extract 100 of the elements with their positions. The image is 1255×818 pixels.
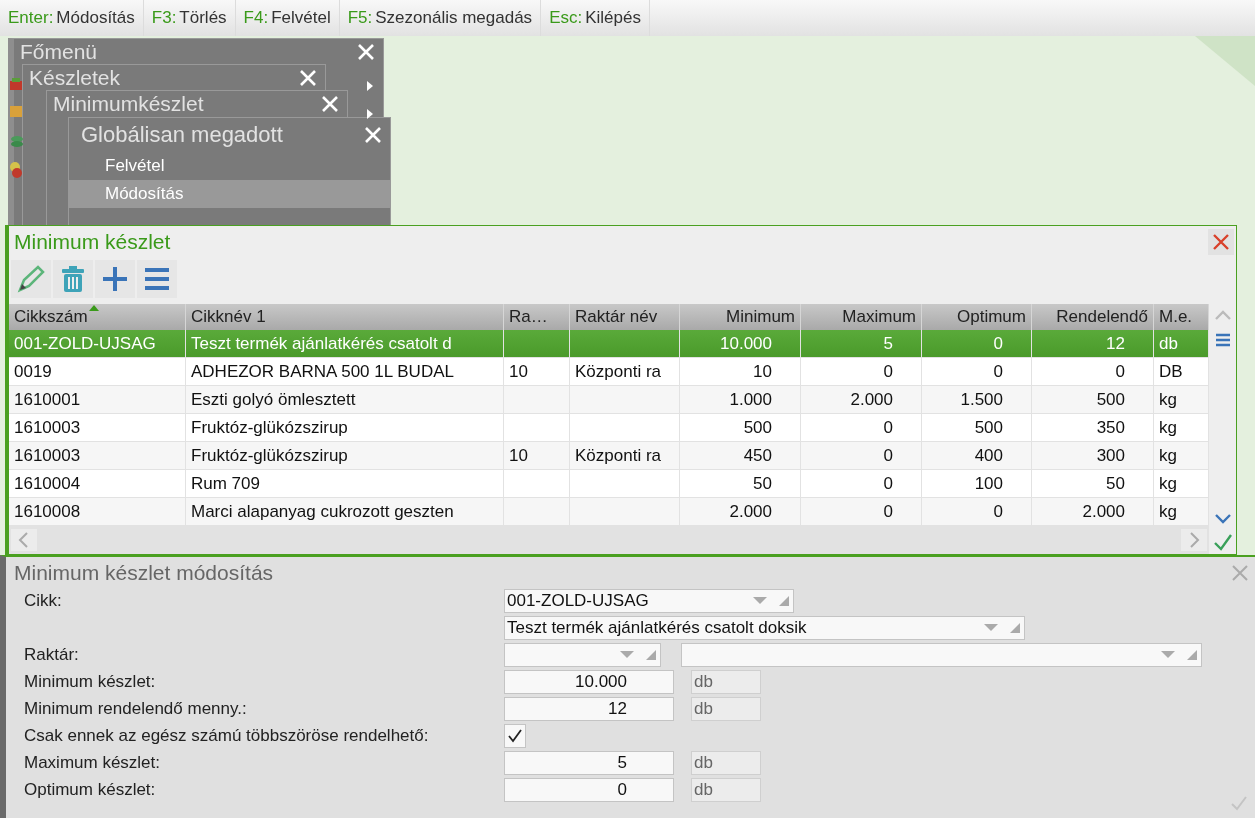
dropdown-field[interactable]: 001-ZOLD-UJSAG: [504, 589, 794, 613]
table-cell: 500: [743, 417, 772, 438]
plus-icon: [100, 264, 130, 294]
table-row[interactable]: 1610001 Eszti golyó ömlesztett 1.000 2.000 1.500 500 kg: [9, 386, 1209, 414]
resize-grip-icon: [646, 650, 656, 660]
table-cell: 500: [974, 417, 1003, 438]
table-cell: 1.000: [729, 389, 772, 410]
menu-button[interactable]: [137, 260, 177, 298]
resize-grip-icon: [779, 596, 789, 606]
table-cell: 50: [753, 473, 772, 494]
unit-field: db: [691, 778, 761, 802]
table-cell: 300: [1096, 445, 1125, 466]
table-cell: 450: [743, 445, 772, 466]
table-cell: 001-ZOLD-UJSAG: [14, 333, 156, 354]
table-cell: Fruktóz-glükózszirup: [191, 445, 348, 466]
number-field[interactable]: 10.000: [504, 670, 674, 694]
resize-grip-icon: [1010, 623, 1020, 633]
table-cell: 0: [1115, 361, 1125, 382]
submenu-arrow-icon: [367, 109, 373, 119]
table-row[interactable]: 1610004 Rum 709 50 0 100 50 kg: [9, 470, 1209, 498]
table-cell: 1610003: [14, 417, 81, 438]
table-cell: 0: [883, 473, 893, 494]
scroll-right-icon[interactable]: [1181, 529, 1207, 551]
table-row[interactable]: 1610008 Marci alapanyag cukrozott geszten 2.000 0 0 2.000 kg: [9, 498, 1209, 526]
close-button[interactable]: [1208, 229, 1234, 255]
dropdown-field[interactable]: [504, 643, 661, 667]
table-cell: 1.500: [960, 389, 1003, 410]
table-cell: kg: [1159, 417, 1177, 438]
table-cell: 10: [509, 445, 528, 466]
table-cell: ADHEZOR BARNA 500 1L BUDAL: [191, 361, 454, 382]
unit-field: db: [691, 670, 761, 694]
basket-icon: [9, 76, 23, 92]
table-cell: 10: [753, 361, 772, 382]
field-label: Minimum készlet:: [24, 672, 156, 692]
table-cell: 1610008: [14, 501, 81, 522]
table-cell: 50: [1106, 473, 1125, 494]
table-cell: 10: [509, 361, 528, 382]
menu-item[interactable]: Felvétel: [69, 152, 390, 180]
table-cell: kg: [1159, 445, 1177, 466]
table-cell: 0: [883, 361, 893, 382]
table-row[interactable]: 1610003 Fruktóz-glükózszirup 500 0 500 350 kg: [9, 414, 1209, 442]
resize-grip-icon: [1187, 650, 1197, 660]
table-cell: 0: [883, 501, 893, 522]
panel-title: Minimum készlet: [14, 230, 171, 254]
menu-window-title: Készletek: [29, 66, 121, 90]
table-cell: Eszti golyó ömlesztett: [191, 389, 356, 410]
table-cell: 400: [974, 445, 1003, 466]
table-cell: Központi ra: [575, 361, 661, 382]
field-label: Raktár:: [24, 645, 79, 665]
table-cell: 1610003: [14, 445, 81, 466]
table-cell: Fruktóz-glükózszirup: [191, 417, 348, 438]
field-label: Minimum rendelendő menny.:: [24, 699, 247, 719]
table-cell: 10.000: [720, 333, 772, 354]
table-cell: 0: [883, 445, 893, 466]
dropdown-field[interactable]: [681, 643, 1202, 667]
add-button[interactable]: [95, 260, 135, 298]
pencil-icon: [16, 264, 46, 294]
table-cell: DB: [1159, 361, 1183, 382]
caret-down-icon: [753, 597, 767, 605]
checkbox[interactable]: [504, 724, 526, 748]
field-label: Cikk:: [24, 591, 62, 611]
table-cell: 0: [883, 417, 893, 438]
caret-down-icon: [620, 651, 634, 659]
number-field[interactable]: 12: [504, 697, 674, 721]
menu-window-title: Főmenü: [20, 40, 98, 64]
corner-decoration: [1195, 36, 1255, 86]
menu-window-title: Globálisan megadott: [81, 122, 283, 148]
table-cell: 2.000: [1082, 501, 1125, 522]
number-field[interactable]: 5: [504, 751, 674, 775]
menu-window-title: Minimumkészlet: [53, 92, 204, 116]
panel-title: Minimum készlet módosítás: [14, 561, 274, 585]
table-cell: 2.000: [729, 501, 772, 522]
caret-down-icon: [984, 624, 998, 632]
table-cell: Központi ra: [575, 445, 661, 466]
submenu-arrow-icon: [367, 81, 373, 91]
table-cell: Teszt termék ajánlatkérés csatolt d: [191, 333, 452, 354]
box-icon: [9, 103, 23, 119]
table-row[interactable]: 1610003 Fruktóz-glükózszirup 10 Központi ra 450 0 400 300 kg: [9, 442, 1209, 470]
edit-button[interactable]: [11, 260, 51, 298]
unit-field: db: [691, 697, 761, 721]
caret-down-icon: [1161, 651, 1175, 659]
table-cell: 5: [883, 333, 893, 354]
unit-field: db: [691, 751, 761, 775]
table-cell: 0019: [14, 361, 52, 382]
coins-icon: [9, 134, 23, 150]
table-cell: 1610004: [14, 473, 81, 494]
scroll-left-icon[interactable]: [11, 529, 37, 551]
table-cell: 12: [1106, 333, 1125, 354]
delete-button[interactable]: [53, 260, 93, 298]
table-cell: 0: [993, 333, 1003, 354]
table-cell: 0: [993, 501, 1003, 522]
confirm-check-icon[interactable]: [1229, 794, 1249, 812]
table-cell: db: [1159, 333, 1178, 354]
table-cell: kg: [1159, 473, 1177, 494]
close-icon[interactable]: [1231, 564, 1249, 582]
table-cell: 2.000: [850, 389, 893, 410]
number-field[interactable]: 0: [504, 778, 674, 802]
dropdown-field[interactable]: Teszt termék ajánlatkérés csatolt doksik: [504, 616, 1025, 640]
field-label: Optimum készlet:: [24, 780, 156, 800]
table-row[interactable]: 0019 ADHEZOR BARNA 500 1L BUDAL 10 Központi ra 10 0 0 0 DB: [9, 358, 1209, 386]
